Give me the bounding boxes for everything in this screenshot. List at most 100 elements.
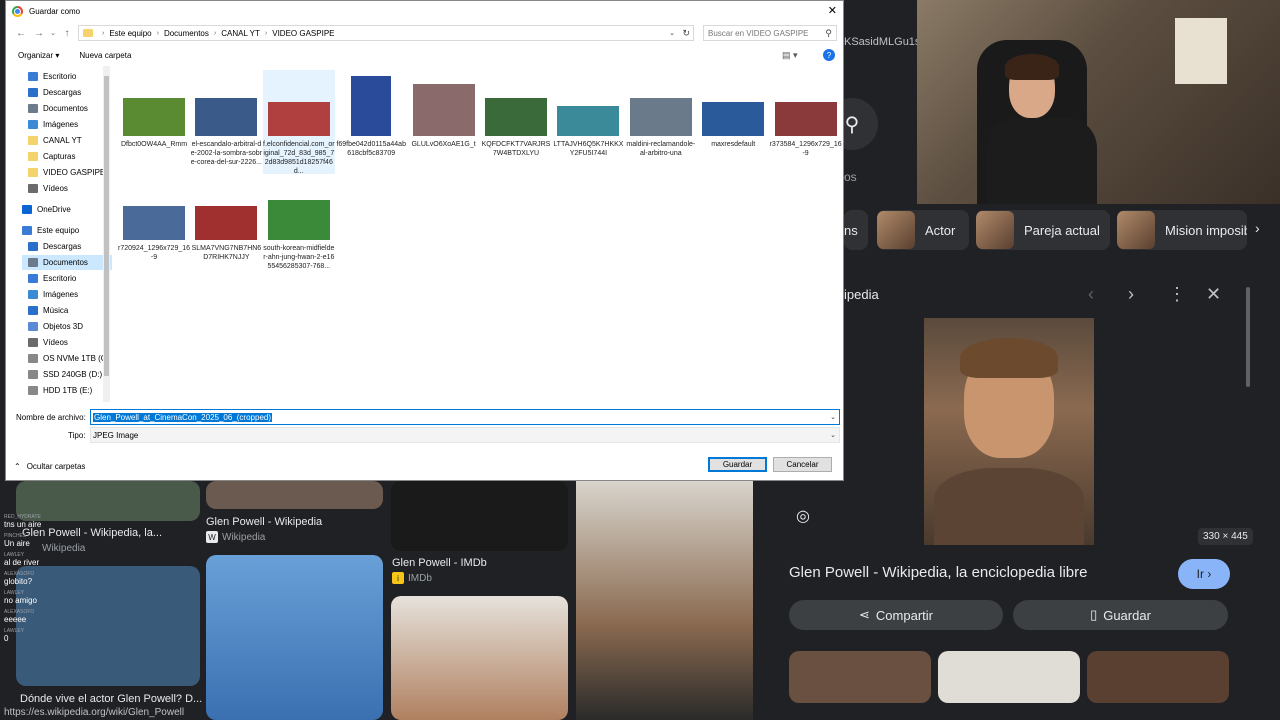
nav-item-label: Vídeos <box>43 184 68 193</box>
breadcrumb-separator: › <box>156 29 159 37</box>
related-image[interactable] <box>938 651 1080 703</box>
back-icon[interactable]: ← <box>12 28 30 39</box>
hide-folders-label: Ocultar carpetas <box>26 461 86 471</box>
dialog-titlebar[interactable]: Guardar como ✕ <box>6 1 843 22</box>
nav-item[interactable]: OS NVMe 1TB (C <box>22 351 112 366</box>
nav-item[interactable]: HDD 1TB (E:) <box>22 383 112 398</box>
nav-item[interactable]: Descargas <box>22 239 112 254</box>
folder-search-input[interactable]: Buscar en VIDEO GASPIPE ⚲ <box>703 25 837 41</box>
documents-icon <box>28 104 38 113</box>
file-item[interactable]: f69fbe042d0115a44ab618cbf5c83709 <box>335 70 407 174</box>
nav-item[interactable]: Imágenes⊿ <box>22 117 112 132</box>
share-button[interactable]: ⋖ Compartir <box>789 600 1003 630</box>
close-icon[interactable]: ✕ <box>1206 284 1221 305</box>
result-title[interactable]: Glen Powell - IMDb <box>392 557 487 569</box>
cloud-icon <box>22 205 32 214</box>
help-icon[interactable]: ? <box>823 49 835 61</box>
nav-item[interactable]: Este equipo <box>16 223 112 238</box>
nav-item[interactable]: Vídeos <box>22 335 112 350</box>
hide-folders-toggle[interactable]: ⌃ Ocultar carpetas <box>14 462 85 471</box>
chip-actor[interactable]: Actor <box>877 210 969 250</box>
nav-item[interactable]: Vídeos <box>22 181 112 196</box>
nav-item[interactable]: Escritorio <box>22 271 112 286</box>
forward-icon[interactable]: → <box>30 28 48 39</box>
nav-item[interactable]: Imágenes <box>22 287 112 302</box>
nav-item[interactable]: CANAL YT <box>22 133 112 148</box>
panel-scrollbar[interactable] <box>1246 287 1250 387</box>
result-image[interactable] <box>391 596 568 720</box>
result-image[interactable] <box>576 481 753 720</box>
streamer-body <box>987 118 1097 204</box>
file-thumbnail <box>702 102 765 136</box>
result-image[interactable] <box>391 481 568 551</box>
nav-item[interactable]: Descargas⊿ <box>22 85 112 100</box>
file-item[interactable]: SLMA7VNG7NB7HN6D7RIHK7NJJY <box>190 198 262 288</box>
result-title[interactable]: Dónde vive el actor Glen Powell? D... <box>20 693 202 705</box>
chevron-right-icon[interactable]: › <box>1255 220 1260 236</box>
nav-item[interactable]: Objetos 3D <box>22 319 112 334</box>
related-image[interactable] <box>1087 651 1229 703</box>
nav-item[interactable]: SSD 240GB (D:) <box>22 367 112 382</box>
next-icon[interactable]: › <box>1128 284 1134 305</box>
result-image[interactable] <box>206 481 383 509</box>
nav-item[interactable]: OneDrive <box>16 202 112 217</box>
recent-chevron-icon[interactable]: ⌄ <box>48 29 58 37</box>
related-image[interactable] <box>789 651 931 703</box>
breadcrumb-item[interactable]: Este equipo <box>109 29 151 38</box>
nav-item-label: Documentos <box>43 104 88 113</box>
prev-icon[interactable]: ‹ <box>1088 284 1094 305</box>
result-title[interactable]: Glen Powell - Wikipedia <box>206 516 322 528</box>
panel-headline[interactable]: Glen Powell - Wikipedia, la enciclopedia… <box>789 564 1087 581</box>
chip-pareja-actual[interactable]: Pareja actual <box>976 210 1110 250</box>
file-item[interactable]: south-korean-midfielder-ahn-jung-hwan-2-… <box>263 198 335 288</box>
more-icon[interactable]: ⋮ <box>1168 284 1186 305</box>
download-icon <box>28 88 38 97</box>
nav-item[interactable]: Capturas <box>22 149 112 164</box>
close-icon[interactable]: ✕ <box>828 4 837 17</box>
chat-message: eeeee <box>4 615 27 624</box>
filename-input[interactable]: Glen_Powell_at_CinemaCon_2025_06_(croppe… <box>90 409 840 425</box>
pictures-icon <box>28 290 38 299</box>
scroll-thumb[interactable] <box>104 76 109 376</box>
save-button[interactable]: Guardar <box>708 457 767 472</box>
nav-item[interactable]: Música <box>22 303 112 318</box>
save-image-button[interactable]: ▯ Guardar <box>1013 600 1228 630</box>
organize-button[interactable]: Organizar ▾ <box>18 51 59 60</box>
refresh-icon[interactable]: ↻ <box>682 28 690 39</box>
lens-icon[interactable]: ◎ <box>787 500 819 532</box>
nav-scrollbar[interactable] <box>103 66 110 402</box>
chevron-down-icon[interactable]: ⌄ <box>830 413 836 421</box>
file-item[interactable]: f.elconfidencial.com_original_72d_83d_98… <box>262 70 335 175</box>
breadcrumb-item[interactable]: Documentos <box>164 29 209 38</box>
chip-partial[interactable]: ns <box>844 210 868 250</box>
file-item[interactable]: maxresdefault <box>697 70 769 174</box>
file-name: Dfbct0OW4AA_Rmm <box>120 141 188 148</box>
nav-item[interactable]: Documentos <box>22 255 112 270</box>
file-item[interactable]: Dfbct0OW4AA_Rmm <box>118 70 190 174</box>
file-item[interactable]: r373584_1296x729_16-9 <box>770 70 842 174</box>
file-item[interactable]: KQFDCFKT7VARJRS7W4BTDXLYU <box>480 70 552 174</box>
view-options-icon[interactable]: ▤ ▾ <box>782 50 798 61</box>
nav-item[interactable]: Escritorio⊿ <box>22 69 112 84</box>
type-select[interactable]: JPEG Image ⌄ <box>90 427 840 443</box>
file-item[interactable]: maldini-reclamandole-al-arbitro-una <box>625 70 697 174</box>
file-item[interactable]: el-escandalo-arbitral-de-2002-la-sombra-… <box>190 70 262 174</box>
file-item[interactable]: r720924_1296x729_16-9 <box>118 198 190 288</box>
nav-item[interactable]: VIDEO GASPIPE <box>22 165 112 180</box>
breadcrumb-item[interactable]: VIDEO GASPIPE <box>272 29 334 38</box>
result-image[interactable] <box>206 555 383 720</box>
file-name: el-escandalo-arbitral-de-2002-la-sombra-… <box>190 141 262 167</box>
cancel-button[interactable]: Cancelar <box>773 457 832 472</box>
chip-label: Pareja actual <box>1024 222 1100 238</box>
preview-image[interactable] <box>924 318 1094 545</box>
file-item[interactable]: LTTAJVH6Q5K7HKKXY2FU5I744I <box>552 70 624 174</box>
chevron-down-icon[interactable]: ⌄ <box>669 29 675 37</box>
chip-mision-imposible[interactable]: Mision imposib <box>1117 210 1247 250</box>
ir-button[interactable]: Ir › <box>1178 559 1230 589</box>
address-bar[interactable]: › Este equipo › Documentos › CANAL YT › … <box>78 25 694 41</box>
nav-item[interactable]: Documentos⊿ <box>22 101 112 116</box>
breadcrumb-item[interactable]: CANAL YT <box>221 29 260 38</box>
file-item[interactable]: GLULvO6XoAE1G_t <box>408 70 480 174</box>
up-icon[interactable]: ↑ <box>58 28 76 39</box>
new-folder-button[interactable]: Nueva carpeta <box>79 51 131 60</box>
